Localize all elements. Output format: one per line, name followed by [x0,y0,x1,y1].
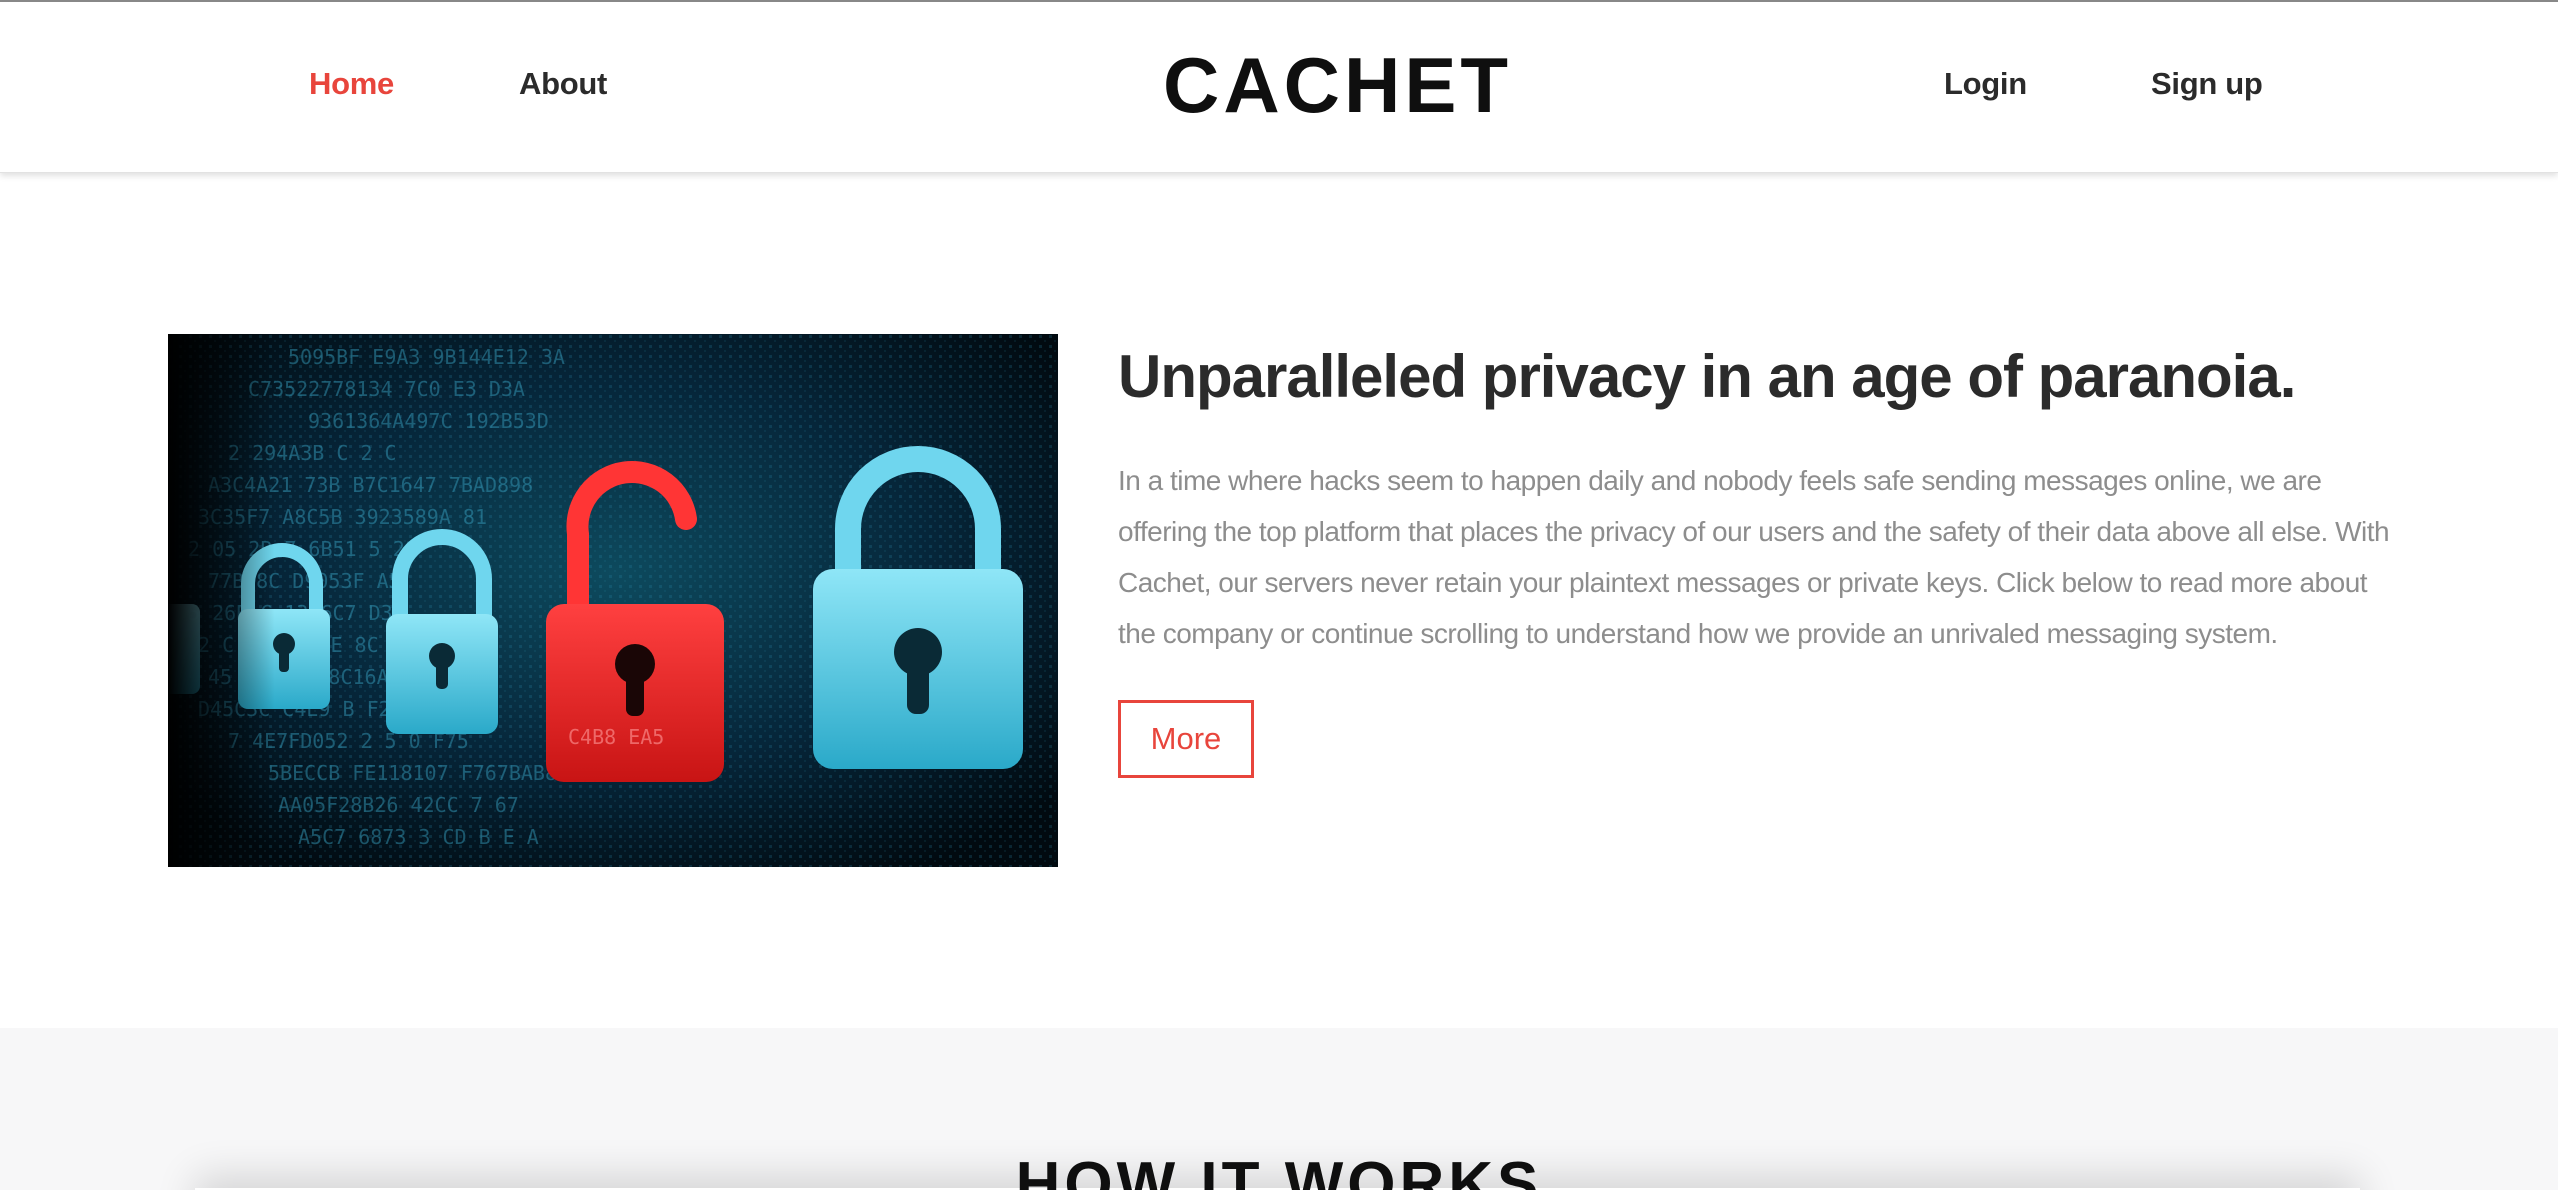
site-header: Home About CACHET Login Sign up [0,2,2558,173]
hero-description: In a time where hacks seem to happen dai… [1118,465,2390,649]
more-button[interactable]: More [1118,700,1254,778]
padlock-illustration: 5095BF E9A3 9B144E12 3A C73522778134 7C0… [168,334,1058,867]
nav-home-link[interactable]: Home [309,66,394,102]
hero-title: Unparalleled privacy in an age of parano… [1118,343,2296,410]
hero-image: 5095BF E9A3 9B144E12 3A C73522778134 7C0… [168,334,1058,867]
nav-signup-link[interactable]: Sign up [2151,66,2263,102]
brand-logo[interactable]: CACHET [1163,40,1512,130]
nav-about-link[interactable]: About [519,66,607,102]
how-it-works-section: HOW IT WORKS [0,1028,2558,1190]
how-it-works-title: HOW IT WORKS [1015,1150,1543,1190]
nav-login-link[interactable]: Login [1944,66,2027,102]
